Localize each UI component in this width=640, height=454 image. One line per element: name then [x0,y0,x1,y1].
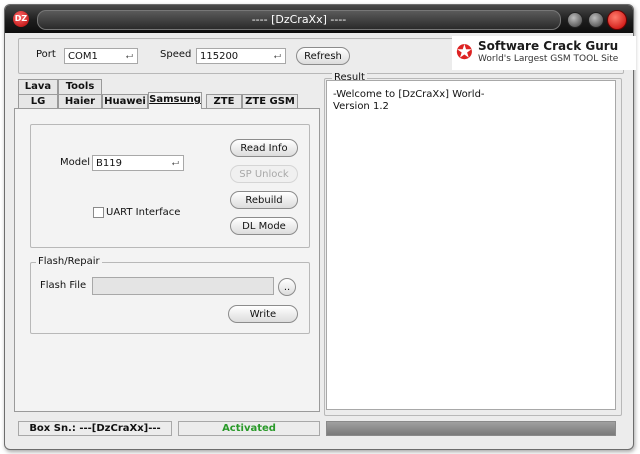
progress-bar [326,421,616,436]
read-info-button[interactable]: Read Info [230,139,298,157]
dropdown-arrow-icon: ⮠ [125,52,133,62]
site-logo: ✪ Software Crack Guru World's Largest GS… [452,36,636,70]
title-pill: ---- [DzCraXx] ---- [37,10,561,30]
dropdown-arrow-icon: ⮠ [273,52,281,62]
uart-checkbox[interactable] [93,207,104,218]
log-line: Version 1.2 [333,101,389,112]
dl-mode-button[interactable]: DL Mode [230,217,298,235]
tab-haier[interactable]: Haier [58,94,102,109]
sp-unlock-button[interactable]: SP Unlock [230,165,298,183]
log-line: -Welcome to [DzCraXx] World- [333,89,485,100]
port-label: Port [36,49,56,60]
uart-label: UART Interface [106,207,181,218]
minimize-button[interactable] [567,12,583,28]
dropdown-arrow-icon: ⮠ [171,159,179,169]
port-select[interactable]: COM1 ⮠ [64,48,138,64]
tab-lava[interactable]: Lava [18,79,58,94]
activation-status: Activated [178,421,320,436]
browse-button[interactable]: .. [278,278,296,296]
logo-subtitle: World's Largest GSM TOOL Site [478,54,619,64]
write-button[interactable]: Write [228,305,298,323]
app-logo-icon: DZ [13,11,29,27]
tab-zte[interactable]: ZTE [206,94,242,109]
flash-group-label: Flash/Repair [36,256,102,267]
maximize-button[interactable] [588,12,604,28]
flash-file-input[interactable] [92,277,274,295]
flash-group [30,262,310,334]
box-sn-status: Box Sn.: ---[DzCraXx]--- [18,421,172,436]
speed-select[interactable]: 115200 ⮠ [196,48,286,64]
tab-zte-gsm[interactable]: ZTE GSM [242,94,298,109]
tab-huawei[interactable]: Huawei [102,94,148,109]
star-icon: ✪ [456,40,473,64]
result-log[interactable]: -Welcome to [DzCraXx] World- Version 1.2 [326,80,616,410]
tab-tools[interactable]: Tools [58,79,102,94]
close-button[interactable] [607,10,627,30]
flash-file-label: Flash File [40,280,87,291]
port-value: COM1 [68,51,98,62]
window-title: ---- [DzCraXx] ---- [251,13,347,26]
speed-value: 115200 [200,51,239,62]
model-value: B119 [96,158,122,169]
title-bar[interactable]: DZ ---- [DzCraXx] ---- [5,5,633,33]
model-label: Model [60,157,91,168]
logo-title: Software Crack Guru [478,39,619,53]
rebuild-button[interactable]: Rebuild [230,191,298,209]
model-select[interactable]: B119 ⮠ [92,155,184,171]
tab-lg[interactable]: LG [18,94,58,109]
tab-samsung[interactable]: Samsung [148,92,202,109]
speed-label: Speed [160,49,192,60]
refresh-button[interactable]: Refresh [296,47,350,65]
